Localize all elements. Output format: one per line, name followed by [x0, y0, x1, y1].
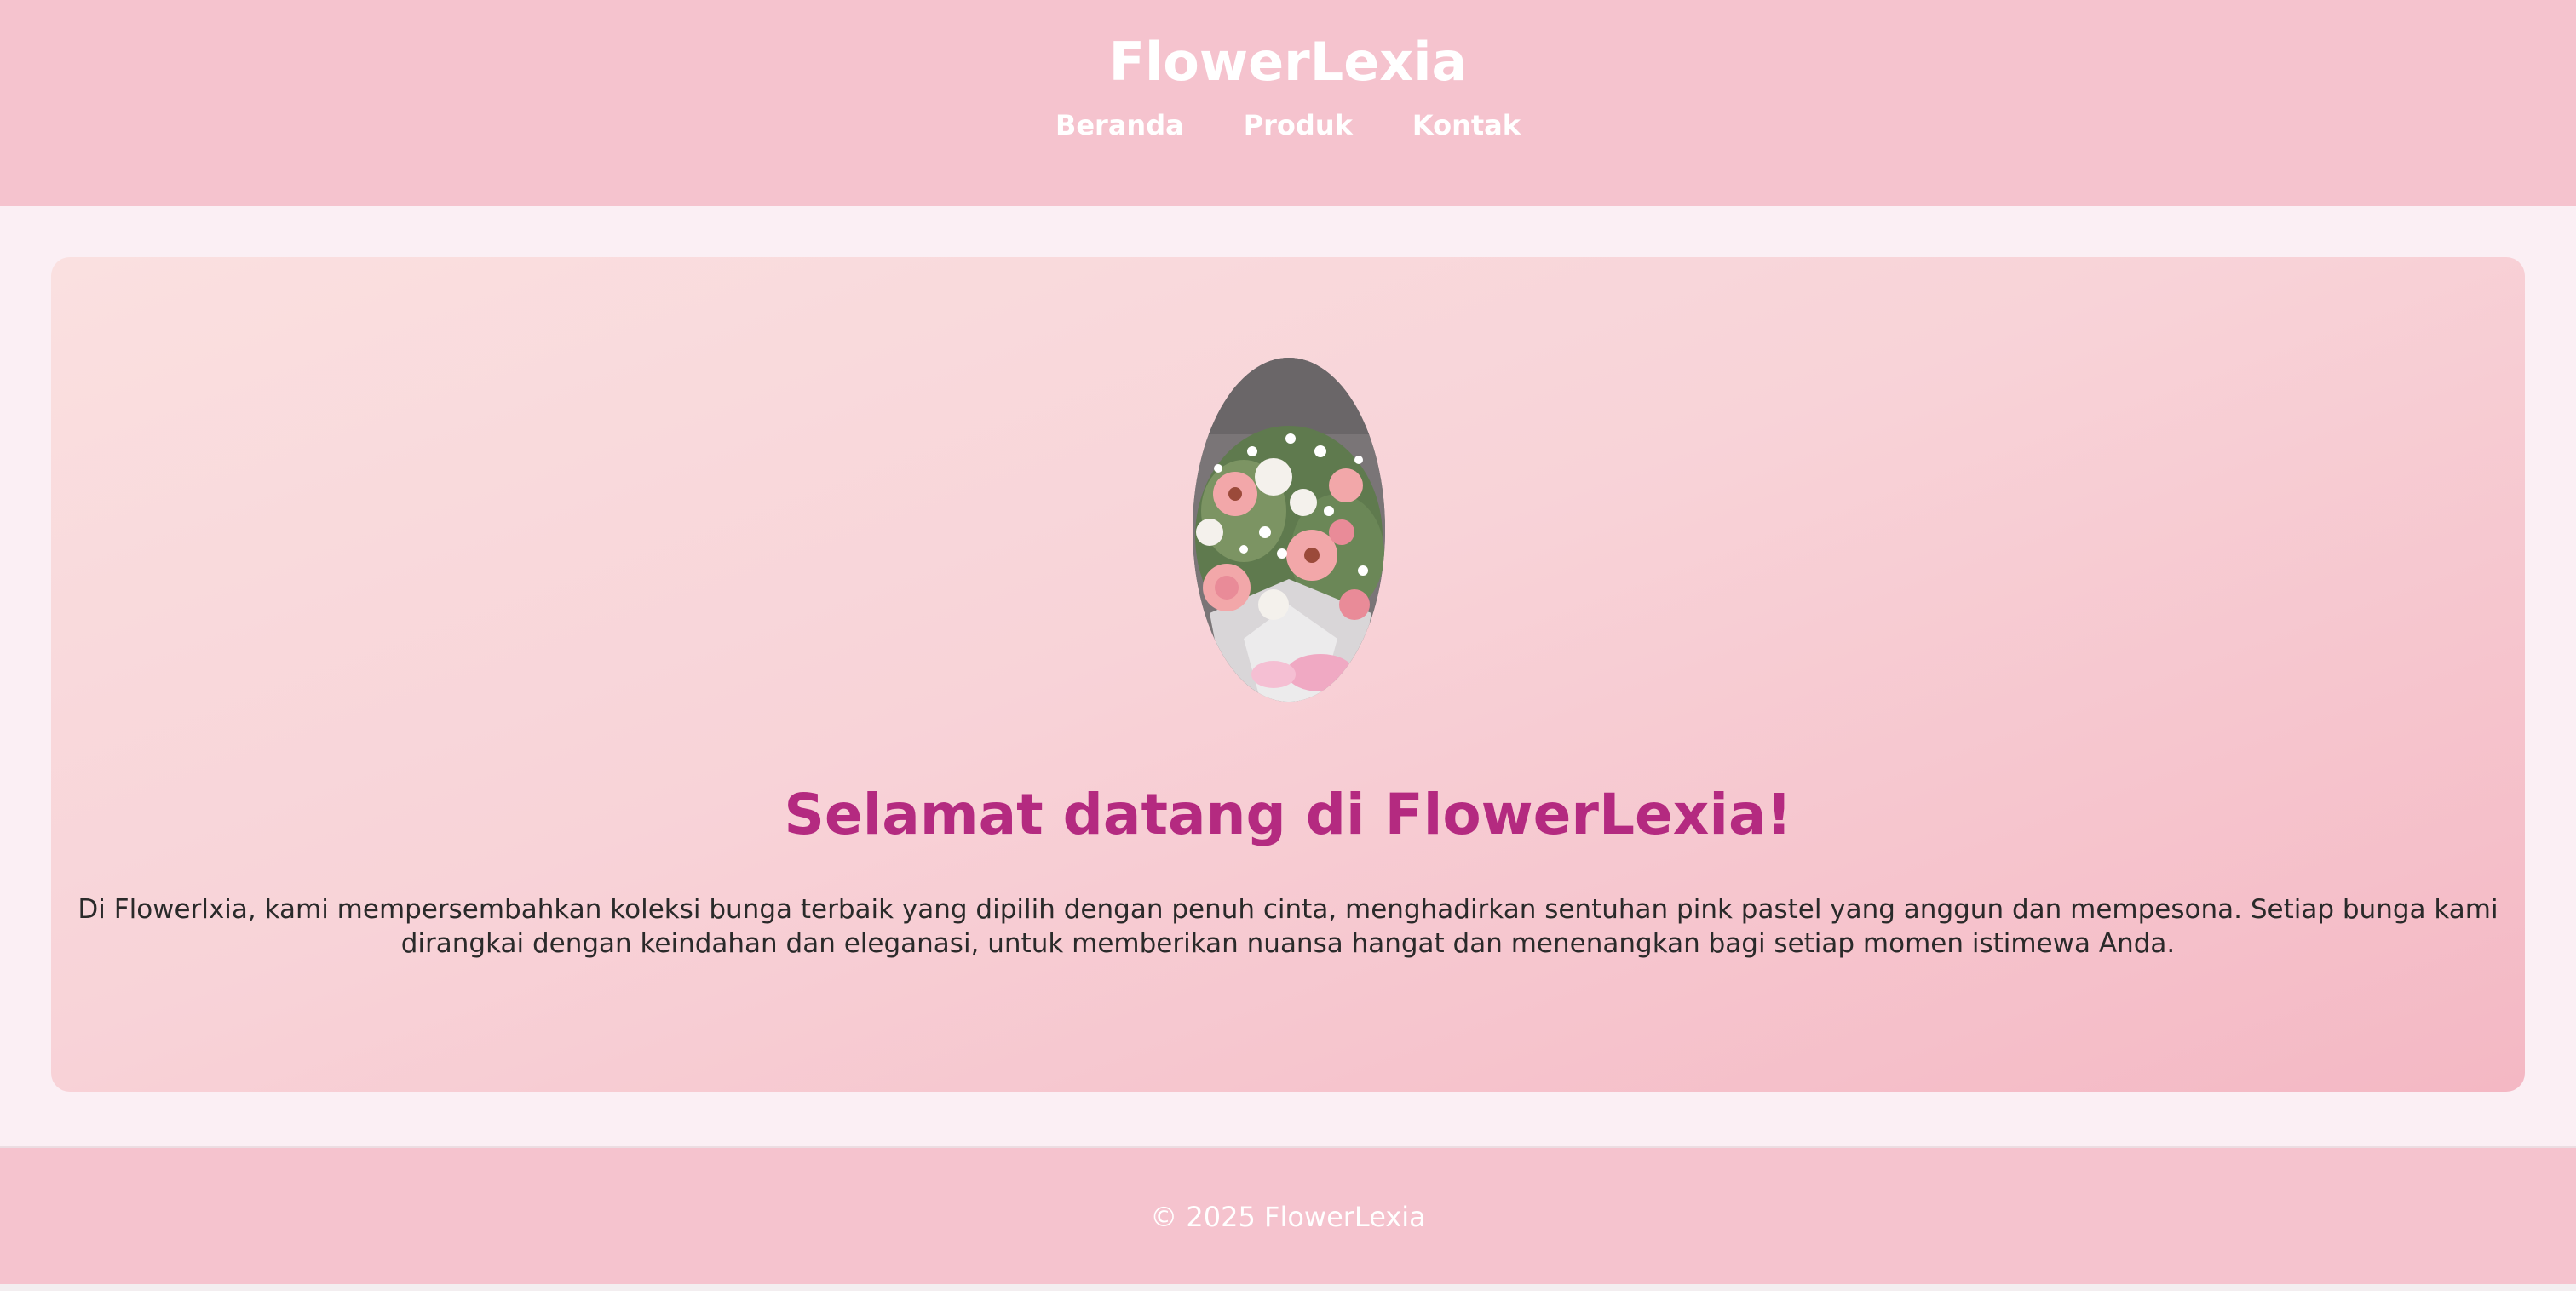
bottom-edge [0, 1284, 2576, 1291]
site-header: FlowerLexia Beranda Produk Kontak [0, 0, 2576, 206]
nav-link-kontak[interactable]: Kontak [1412, 109, 1521, 141]
site-footer: © 2025 FlowerLexia [0, 1146, 2576, 1286]
nav-link-produk[interactable]: Produk [1244, 109, 1353, 141]
hero-heading: Selamat datang di FlowerLexia! [784, 782, 1792, 847]
footer-copyright: © 2025 FlowerLexia [1150, 1201, 1426, 1233]
hero-section: Selamat datang di FlowerLexia! Di Flower… [51, 257, 2525, 1092]
hero-description: Di Flowerlxia, kami mempersembahkan kole… [78, 894, 2498, 959]
site-title: FlowerLexia [1108, 31, 1468, 93]
main-nav: Beranda Produk Kontak [0, 109, 2576, 141]
nav-link-beranda[interactable]: Beranda [1055, 109, 1184, 141]
flower-bouquet-image [1193, 358, 1385, 702]
